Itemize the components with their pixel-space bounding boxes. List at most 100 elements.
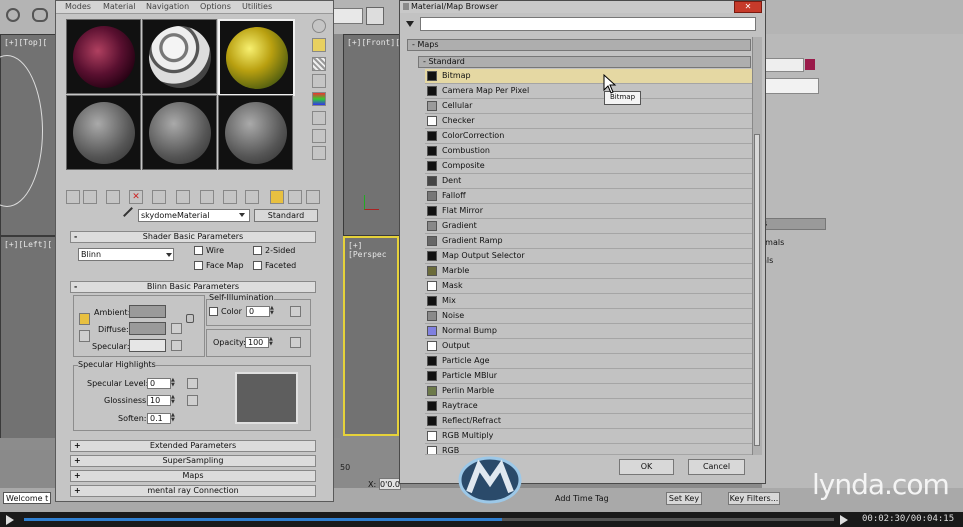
set-key-button[interactable]: Set Key <box>666 492 702 505</box>
material-name-field[interactable]: skydomeMaterial <box>138 209 250 222</box>
backlight-icon[interactable] <box>312 38 326 52</box>
make-preview-icon[interactable] <box>312 111 326 125</box>
reset-icon[interactable]: ✕ <box>129 190 143 204</box>
put-to-scene-icon[interactable] <box>83 190 97 204</box>
soften-field[interactable]: 0.1 <box>147 413 171 424</box>
group-header-maps[interactable]: - Maps <box>407 39 751 51</box>
rollout-maps[interactable]: + Maps <box>70 470 316 482</box>
forward-icon[interactable] <box>840 515 848 525</box>
map-list-item[interactable]: RGB Multiply <box>425 429 752 444</box>
wire-checkbox[interactable] <box>194 246 203 255</box>
map-list-item[interactable]: Particle Age <box>425 354 752 369</box>
map-list-item[interactable]: Gradient Ramp <box>425 234 752 249</box>
viewport-perspective[interactable]: [+][Perspec <box>343 236 399 436</box>
map-list-item[interactable]: Cellular <box>425 99 752 114</box>
faceted-checkbox[interactable] <box>253 261 262 270</box>
chevron-down-icon[interactable] <box>166 253 172 257</box>
self-illum-value-field[interactable]: 0 <box>246 306 270 317</box>
select-by-material-icon[interactable] <box>312 146 326 160</box>
video-progress[interactable] <box>24 518 834 521</box>
glossiness-field[interactable]: 10 <box>147 395 171 406</box>
map-list-item[interactable]: Falloff <box>425 189 752 204</box>
material-slot[interactable] <box>142 95 217 170</box>
map-list-item[interactable]: Map Output Selector <box>425 249 752 264</box>
map-list-item[interactable]: Combustion <box>425 144 752 159</box>
make-unique-icon[interactable] <box>176 190 190 204</box>
map-list-item[interactable]: Output <box>425 339 752 354</box>
map-list-item[interactable]: Noise <box>425 309 752 324</box>
map-list-item[interactable]: ColorCorrection <box>425 129 752 144</box>
menu-utilities[interactable]: Utilities <box>242 2 272 11</box>
menu-modes[interactable]: Modes <box>65 2 91 11</box>
cancel-button[interactable]: Cancel <box>688 459 745 475</box>
specular-map-button[interactable] <box>171 340 182 351</box>
object-color-swatch[interactable] <box>805 59 815 70</box>
opacity-spinner[interactable]: ▲ ▼ <box>269 337 275 348</box>
map-list-item[interactable]: Gradient <box>425 219 752 234</box>
command-panel-dropdown[interactable] <box>762 78 819 94</box>
shader-dropdown[interactable]: Blinn <box>78 248 174 261</box>
soften-spinner[interactable]: ▲ ▼ <box>171 413 177 424</box>
rollout-supersampling[interactable]: + SuperSampling <box>70 455 316 467</box>
material-slot[interactable] <box>142 19 217 94</box>
undo-icon[interactable] <box>6 8 20 22</box>
go-forward-icon[interactable] <box>306 190 320 204</box>
specular-level-spinner[interactable]: ▲ ▼ <box>171 378 177 389</box>
map-list-item[interactable]: Camera Map Per Pixel <box>425 84 752 99</box>
ok-button[interactable]: OK <box>619 459 674 475</box>
map-list-item[interactable]: Composite <box>425 159 752 174</box>
show-end-result-icon[interactable] <box>270 190 284 204</box>
material-type-button[interactable]: Standard <box>254 209 318 222</box>
sample-type-icon[interactable] <box>312 19 326 33</box>
put-to-library-icon[interactable] <box>200 190 214 204</box>
search-field[interactable] <box>420 17 756 31</box>
assign-material-icon[interactable] <box>106 190 120 204</box>
subgroup-header-standard[interactable]: - Standard <box>418 56 751 68</box>
go-to-parent-icon[interactable] <box>288 190 302 204</box>
map-list-item[interactable]: Perlin Marble <box>425 384 752 399</box>
chevron-down-icon[interactable] <box>239 213 245 217</box>
close-button[interactable]: ✕ <box>734 1 762 13</box>
material-slot[interactable] <box>218 95 293 170</box>
maxscript-listener[interactable]: Welcome t <box>3 492 51 504</box>
material-slot[interactable] <box>66 95 141 170</box>
command-panel-color-field[interactable] <box>762 58 804 72</box>
eyedropper-icon[interactable] <box>123 207 133 217</box>
rollout-mental-ray-connection[interactable]: + mental ray Connection <box>70 485 316 497</box>
uv-tiling-icon[interactable] <box>312 74 326 88</box>
viewport-top[interactable]: [+][Top][ <box>0 34 56 236</box>
copy-material-icon[interactable] <box>152 190 166 204</box>
menu-navigation[interactable]: Navigation <box>146 2 189 11</box>
material-slot[interactable] <box>66 19 141 94</box>
diffuse-map-button[interactable] <box>171 323 182 334</box>
menu-options[interactable]: Options <box>200 2 231 11</box>
glossiness-map-button[interactable] <box>187 395 198 406</box>
map-list-item[interactable]: Mask <box>425 279 752 294</box>
self-illum-color-checkbox[interactable] <box>209 307 218 316</box>
map-list-item[interactable]: Marble <box>425 264 752 279</box>
opacity-map-button[interactable] <box>290 337 301 348</box>
rollout-shader-basic[interactable]: - Shader Basic Parameters <box>70 231 316 243</box>
material-id-icon[interactable] <box>223 190 237 204</box>
self-illum-map-button[interactable] <box>290 306 301 317</box>
material-slot[interactable] <box>218 19 295 96</box>
map-list-item[interactable]: Raytrace <box>425 399 752 414</box>
map-list-item[interactable]: Checker <box>425 114 752 129</box>
lock-ambient-diffuse-icon[interactable] <box>79 313 90 325</box>
map-list-item[interactable]: Normal Bump <box>425 324 752 339</box>
specular-level-field[interactable]: 0 <box>147 378 171 389</box>
map-list-item[interactable]: Bitmap <box>425 69 752 84</box>
menu-material[interactable]: Material <box>103 2 136 11</box>
map-list-item[interactable]: Particle MBlur <box>425 369 752 384</box>
link-icon[interactable] <box>32 8 48 22</box>
play-icon[interactable] <box>6 515 14 525</box>
lock-icon[interactable] <box>186 314 194 323</box>
show-map-icon[interactable] <box>245 190 259 204</box>
self-illum-spinner[interactable]: ▲ ▼ <box>270 306 276 317</box>
add-time-tag-button[interactable]: Add Time Tag <box>555 494 609 503</box>
filter-icon[interactable] <box>406 21 414 27</box>
lock-diffuse-specular-icon[interactable] <box>79 330 90 342</box>
viewport-left[interactable]: [+][Left][ <box>0 236 56 440</box>
map-list-item[interactable]: Mix <box>425 294 752 309</box>
scrollbar[interactable] <box>752 37 762 455</box>
